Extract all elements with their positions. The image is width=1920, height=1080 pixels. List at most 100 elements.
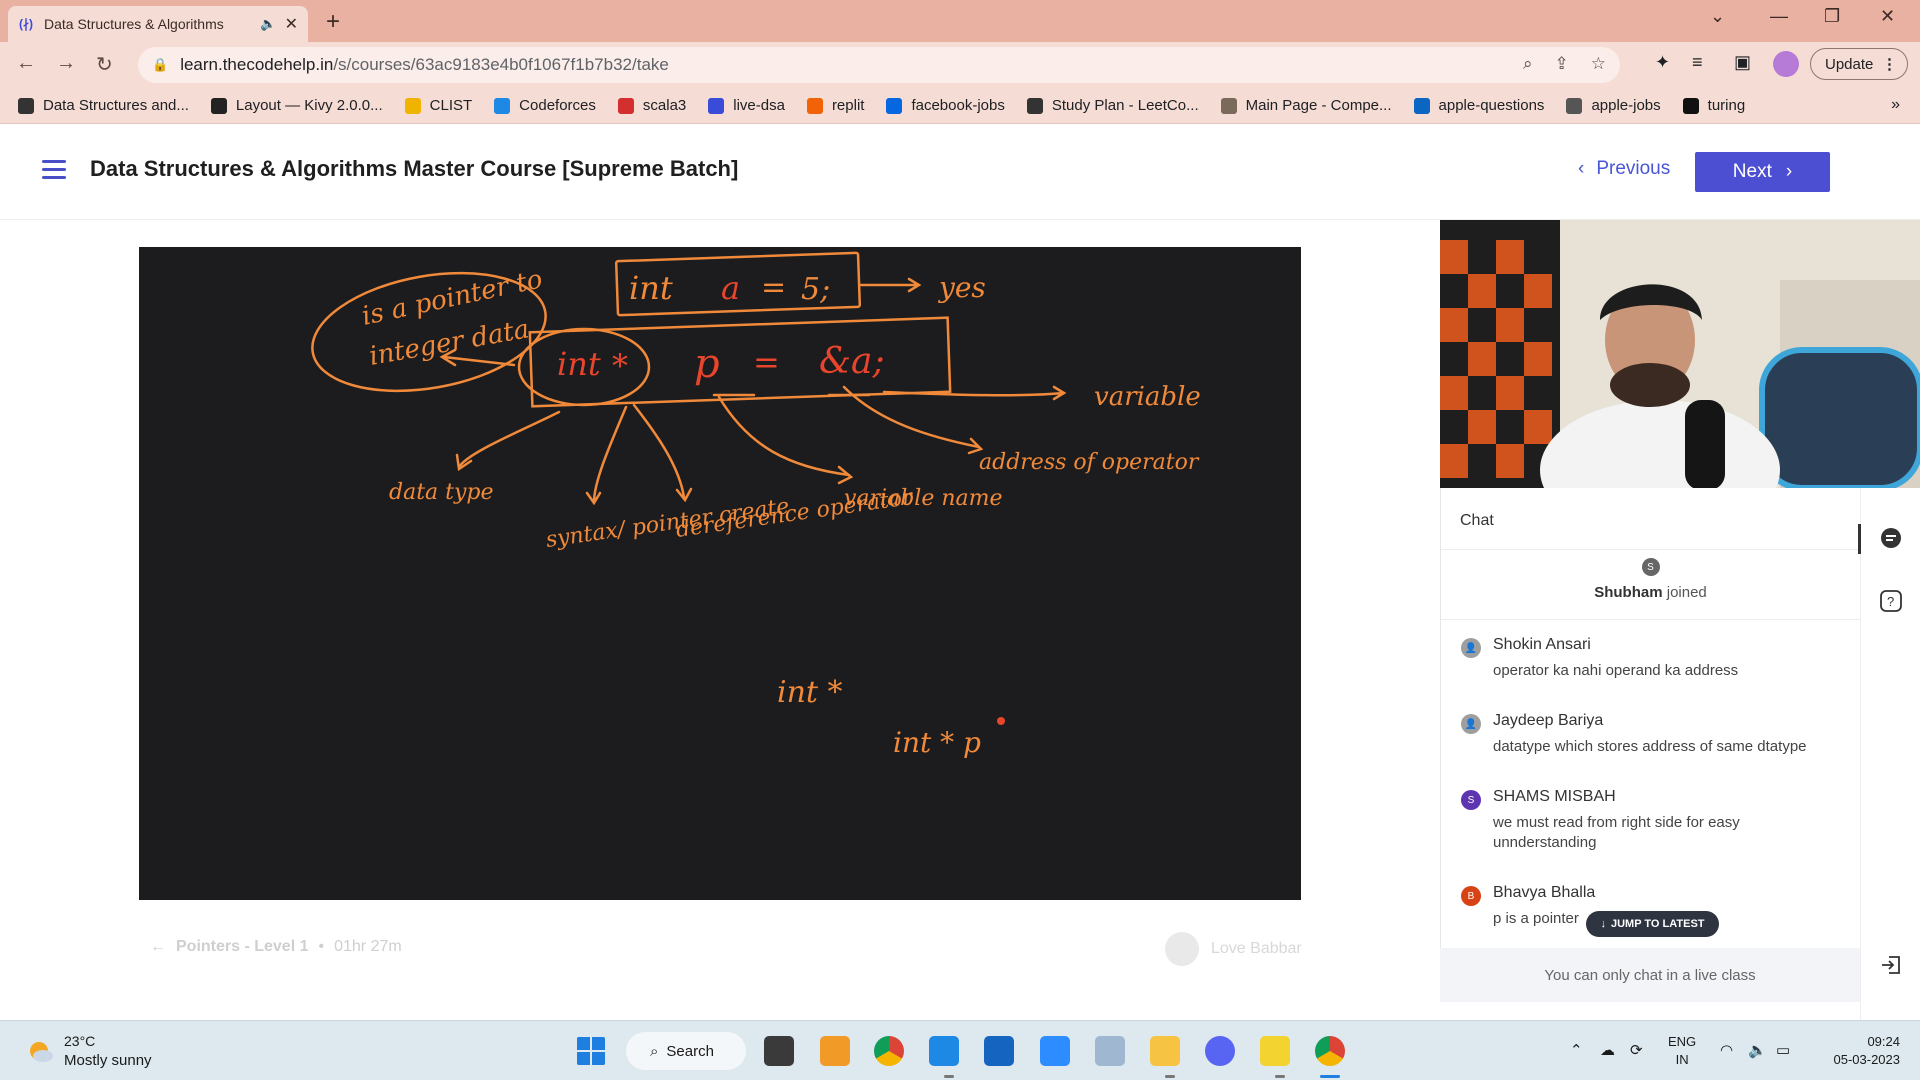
next-button[interactable]: Next › bbox=[1695, 152, 1830, 192]
reload-icon[interactable]: ↻ bbox=[96, 52, 113, 77]
tab-title: Data Structures & Algorithms bbox=[44, 16, 224, 32]
temperature: 23°C bbox=[64, 1033, 96, 1049]
share-icon[interactable]: ⇪ bbox=[1555, 54, 1569, 74]
bookmark-item[interactable]: Data Structures and... bbox=[18, 97, 189, 114]
course-header: Data Structures & Algorithms Master Cour… bbox=[0, 124, 1920, 220]
bookmark-item[interactable]: apple-jobs bbox=[1566, 97, 1661, 114]
close-window-button[interactable]: ✕ bbox=[1880, 6, 1895, 27]
bookmark-star-icon[interactable]: ☆ bbox=[1591, 54, 1606, 74]
sun-icon bbox=[30, 1042, 53, 1062]
system-clock[interactable]: 09:24 05-03-2023 bbox=[1812, 1033, 1901, 1069]
wb-variable: variable bbox=[1094, 382, 1201, 412]
message-text: we must read from right side for easy un… bbox=[1493, 814, 1740, 851]
close-tab-icon[interactable]: ✕ bbox=[285, 14, 298, 34]
profile-avatar[interactable] bbox=[1773, 51, 1799, 77]
volume-icon[interactable]: 🔈 bbox=[1748, 1041, 1767, 1059]
weather-description: Mostly sunny bbox=[64, 1052, 152, 1069]
windows-start-icon[interactable] bbox=[576, 1036, 606, 1066]
message-sender: Bhavya Bhalla bbox=[1493, 884, 1596, 901]
language-indicator[interactable]: ENG IN bbox=[1668, 1033, 1696, 1069]
user-avatar: B bbox=[1461, 886, 1481, 906]
onedrive-icon[interactable]: ☁ bbox=[1600, 1041, 1615, 1059]
bookmark-item[interactable]: Layout — Kivy 2.0.0... bbox=[210, 97, 383, 114]
wb-star: * bbox=[612, 347, 628, 385]
more-bookmarks-icon[interactable]: » bbox=[1891, 96, 1900, 114]
sticky-notes-icon[interactable] bbox=[1260, 1036, 1290, 1066]
browser-tab[interactable]: (∤) Data Structures & Algorithms 🔈 ✕ bbox=[8, 6, 308, 42]
bookmark-favicon-icon bbox=[1413, 97, 1430, 114]
url-bar[interactable]: 🔒 learn.thecodehelp.in/s/courses/63ac918… bbox=[138, 47, 1620, 83]
bookmark-item[interactable]: apple-questions bbox=[1413, 97, 1544, 114]
bookmark-item[interactable]: Study Plan - LeetCo... bbox=[1026, 97, 1199, 114]
bookmark-item[interactable]: scala3 bbox=[617, 97, 686, 114]
question-icon[interactable]: ? bbox=[1880, 590, 1902, 612]
wifi-icon[interactable]: ◠ bbox=[1720, 1041, 1733, 1059]
taskbar-search[interactable]: ⌕ Search bbox=[626, 1032, 746, 1070]
arrow-variable-name bbox=[717, 395, 854, 485]
url-domain: learn.thecodehelp.in bbox=[180, 55, 334, 74]
bookmark-item[interactable]: turing bbox=[1682, 97, 1745, 114]
media-control-icon[interactable]: ≡ bbox=[1692, 52, 1703, 73]
file-explorer-icon[interactable] bbox=[1150, 1036, 1180, 1066]
vscode-icon[interactable] bbox=[929, 1036, 959, 1066]
wb-var-a: a bbox=[721, 269, 740, 307]
restore-button[interactable]: ❐ bbox=[1824, 6, 1840, 27]
new-tab-button[interactable]: + bbox=[326, 8, 340, 36]
bookmark-item[interactable]: Codeforces bbox=[494, 97, 596, 114]
side-panel-icon[interactable]: ▣ bbox=[1734, 52, 1751, 73]
back-arrow-icon[interactable]: ← bbox=[16, 52, 36, 75]
instructor-name: Love Babbar bbox=[1211, 940, 1302, 957]
bookmark-item[interactable]: CLIST bbox=[404, 97, 472, 114]
video-player[interactable]: is a pointer to integer data int a = 5; … bbox=[139, 247, 1301, 900]
pen-cursor bbox=[997, 717, 1005, 725]
minimize-button[interactable]: — bbox=[1770, 6, 1788, 27]
lock-icon[interactable]: 🔒 bbox=[152, 57, 168, 73]
back-arrow-icon[interactable]: ← bbox=[150, 938, 166, 956]
bookmark-label: Layout — Kivy 2.0.0... bbox=[235, 97, 383, 114]
menu-dots-icon[interactable]: ⋮ bbox=[1882, 55, 1897, 73]
bookmark-item[interactable]: replit bbox=[806, 97, 864, 114]
bookmark-favicon-icon bbox=[886, 97, 903, 114]
previous-button[interactable]: ‹ Previous bbox=[1578, 158, 1670, 180]
sublime-text-icon[interactable] bbox=[820, 1036, 850, 1066]
chevron-up-icon[interactable]: ⌃ bbox=[1570, 1041, 1583, 1059]
performance-monitor-icon[interactable] bbox=[1095, 1036, 1125, 1066]
bookmark-item[interactable]: live-dsa bbox=[708, 97, 785, 114]
wb-address-of: address of operator bbox=[979, 450, 1200, 475]
forward-arrow-icon[interactable]: → bbox=[56, 52, 76, 75]
active-indicator bbox=[1320, 1075, 1340, 1078]
windows-taskbar: 23°C Mostly sunny ⌕ Search ⌃ ☁ ⟳ ENG IN … bbox=[0, 1020, 1920, 1080]
jump-to-latest-button[interactable]: ↓ JUMP TO LATEST bbox=[1586, 911, 1719, 937]
next-label: Next bbox=[1732, 161, 1772, 182]
user-avatar: S bbox=[1461, 790, 1481, 810]
search-label: Search bbox=[666, 1042, 714, 1060]
extensions-icon[interactable]: ✦ bbox=[1655, 52, 1670, 73]
bookmark-item[interactable]: Main Page - Compe... bbox=[1220, 97, 1392, 114]
zoom-icon[interactable]: ⌕ bbox=[1523, 54, 1533, 74]
wb-int-star: int * bbox=[777, 675, 843, 710]
instructor-avatar bbox=[1165, 932, 1199, 966]
zoom-app-icon[interactable] bbox=[1040, 1036, 1070, 1066]
task-view-icon[interactable] bbox=[764, 1036, 794, 1066]
chevron-left-icon: ‹ bbox=[1578, 158, 1585, 179]
chrome-profile-icon[interactable] bbox=[1315, 1036, 1345, 1066]
webcam-image bbox=[1440, 220, 1920, 488]
update-button[interactable]: Update ⋮ bbox=[1810, 48, 1908, 80]
sync-icon[interactable]: ⟳ bbox=[1630, 1041, 1643, 1059]
discord-icon[interactable] bbox=[1205, 1036, 1235, 1066]
tab-search-icon[interactable]: ⌄ bbox=[1710, 6, 1725, 27]
url-path: /s/courses/63ac9183e4b0f1067f1b7b32/take bbox=[333, 55, 669, 74]
sandbox-icon[interactable] bbox=[984, 1036, 1014, 1066]
battery-icon[interactable]: ▭ bbox=[1776, 1041, 1790, 1059]
chat-bubble-icon[interactable] bbox=[1880, 527, 1902, 549]
hamburger-menu-icon[interactable] bbox=[42, 160, 66, 184]
bookmark-favicon-icon bbox=[708, 97, 725, 114]
arrow-datatype bbox=[455, 410, 561, 472]
speaker-icon[interactable]: 🔈 bbox=[260, 16, 276, 32]
exit-icon[interactable] bbox=[1880, 954, 1902, 976]
bookmark-item[interactable]: facebook-jobs bbox=[886, 97, 1005, 114]
chrome-icon[interactable] bbox=[874, 1036, 904, 1066]
joined-suffix: joined bbox=[1666, 584, 1707, 601]
lesson-name: Pointers - Level 1 bbox=[176, 938, 309, 955]
bookmark-favicon-icon bbox=[1026, 97, 1043, 114]
